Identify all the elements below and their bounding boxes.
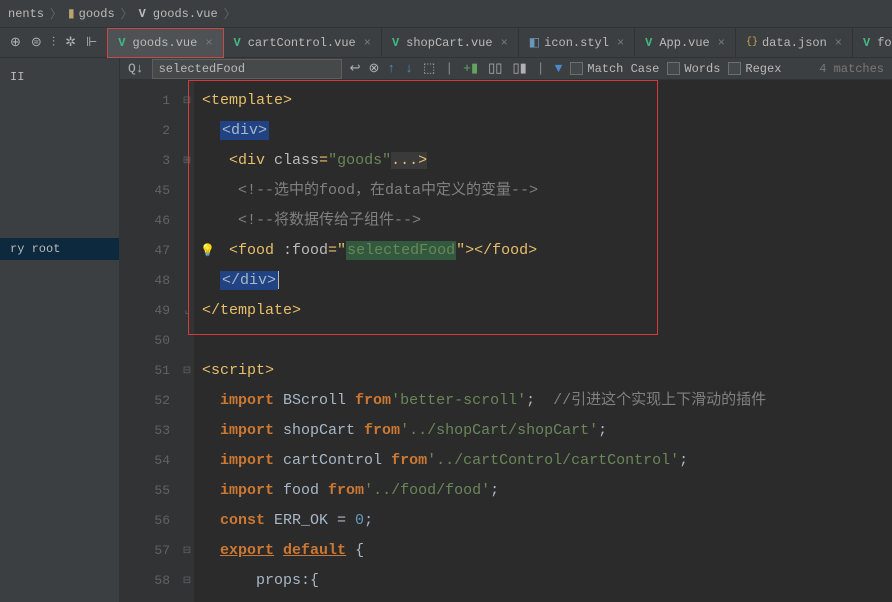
json-icon: {} — [746, 37, 758, 48]
vue-icon: V — [645, 36, 652, 50]
find-bar: Q↓ ↩ ⊗ ↑ ↓ ⬚ | +▮ ▯▯ ▯▮ | ▼ Match Case W… — [120, 58, 892, 80]
next-match-icon[interactable]: ↓ — [405, 61, 413, 76]
words-checkbox[interactable]: Words — [667, 62, 720, 76]
target-icon[interactable]: ⊜ — [31, 35, 42, 50]
stylus-icon: ◧ — [529, 35, 540, 50]
tab-datajson[interactable]: {}data.json× — [736, 28, 853, 58]
chevron-right-icon: 〉 — [224, 5, 236, 22]
fold-icon[interactable]: ⊟ — [180, 566, 194, 596]
hide-icon[interactable]: ⊩ — [86, 35, 97, 50]
add-selection-icon[interactable]: +▮ — [463, 61, 478, 76]
fold-gutter: ⊟⊞⌞⊟⊟⊟ — [180, 80, 194, 602]
close-icon[interactable]: × — [501, 36, 508, 50]
select-all-icon[interactable]: ⬚ — [423, 61, 435, 76]
left-toolbar: ⊕ ⊜ ⫶ ✲ ⊩ — [0, 35, 107, 50]
code-content[interactable]: <template> <div> <div class="goods"...> … — [194, 80, 892, 602]
close-icon[interactable]: × — [205, 36, 212, 50]
sidebar-item-root[interactable]: ry root — [0, 238, 119, 260]
close-icon[interactable]: × — [364, 36, 371, 50]
select-occur-icon[interactable]: ▯▮ — [512, 61, 526, 76]
show-icon[interactable]: ⫶ — [52, 35, 55, 50]
vue-icon: V — [392, 36, 399, 50]
regex-checkbox[interactable]: Regex — [728, 62, 781, 76]
chevron-right-icon: 〉 — [50, 5, 62, 22]
settings-icon[interactable]: ✲ — [65, 35, 76, 50]
fold-icon[interactable]: ⊟ — [180, 86, 194, 116]
tab-cartcontrol[interactable]: VcartControl.vue× — [224, 28, 382, 58]
vue-icon: V — [118, 36, 125, 50]
close-icon[interactable]: × — [718, 36, 725, 50]
fold-icon[interactable]: ⊟ — [180, 536, 194, 566]
search-input[interactable] — [152, 59, 342, 79]
tab-app[interactable]: VApp.vue× — [635, 28, 736, 58]
tab-food[interactable]: Vfood.vue× — [853, 28, 892, 58]
vue-icon: V — [139, 7, 146, 21]
sidebar-item[interactable]: II — [0, 66, 119, 88]
chevron-right-icon: 〉 — [121, 5, 133, 22]
intention-bulb-icon[interactable]: 💡 — [200, 236, 215, 266]
breadcrumb-item[interactable]: goods.vue — [153, 7, 218, 21]
project-sidebar: II ry root — [0, 58, 120, 602]
breadcrumb-item[interactable]: nents — [8, 7, 44, 21]
code-editor[interactable]: 1234546474849505152535455565758 ⊟⊞⌞⊟⊟⊟ <… — [120, 80, 892, 602]
fold-end-icon[interactable]: ⌞ — [180, 296, 194, 326]
close-icon[interactable]: × — [617, 36, 624, 50]
tab-goods[interactable]: Vgoods.vue× — [107, 28, 223, 58]
line-gutter: 1234546474849505152535455565758 — [120, 80, 180, 602]
text-cursor — [278, 271, 279, 289]
remove-selection-icon[interactable]: ▯▯ — [488, 61, 502, 76]
tab-iconstyl[interactable]: ◧icon.styl× — [519, 28, 635, 58]
match-case-checkbox[interactable]: Match Case — [570, 62, 659, 76]
folder-icon: ▮ — [68, 6, 75, 21]
close-icon[interactable]: × — [835, 36, 842, 50]
vue-icon: V — [863, 36, 870, 50]
vue-icon: V — [234, 36, 241, 50]
prev-match-icon[interactable]: ↑ — [387, 61, 395, 76]
clear-icon[interactable]: ⊗ — [369, 61, 380, 76]
match-count: 4 matches — [819, 62, 884, 76]
collapse-icon[interactable]: ⊕ — [10, 35, 21, 50]
search-icon: Q↓ — [128, 61, 144, 76]
fold-icon[interactable]: ⊟ — [180, 356, 194, 386]
tab-bar: ⊕ ⊜ ⫶ ✲ ⊩ Vgoods.vue× VcartControl.vue× … — [0, 28, 892, 58]
breadcrumb-item[interactable]: goods — [79, 7, 115, 21]
fold-icon[interactable]: ⊞ — [180, 146, 194, 176]
breadcrumb: nents 〉 ▮ goods 〉 V goods.vue 〉 — [0, 0, 892, 28]
tab-shopcart[interactable]: VshopCart.vue× — [382, 28, 519, 58]
history-icon[interactable]: ↩ — [350, 61, 361, 76]
filter-icon[interactable]: ▼ — [555, 61, 563, 76]
